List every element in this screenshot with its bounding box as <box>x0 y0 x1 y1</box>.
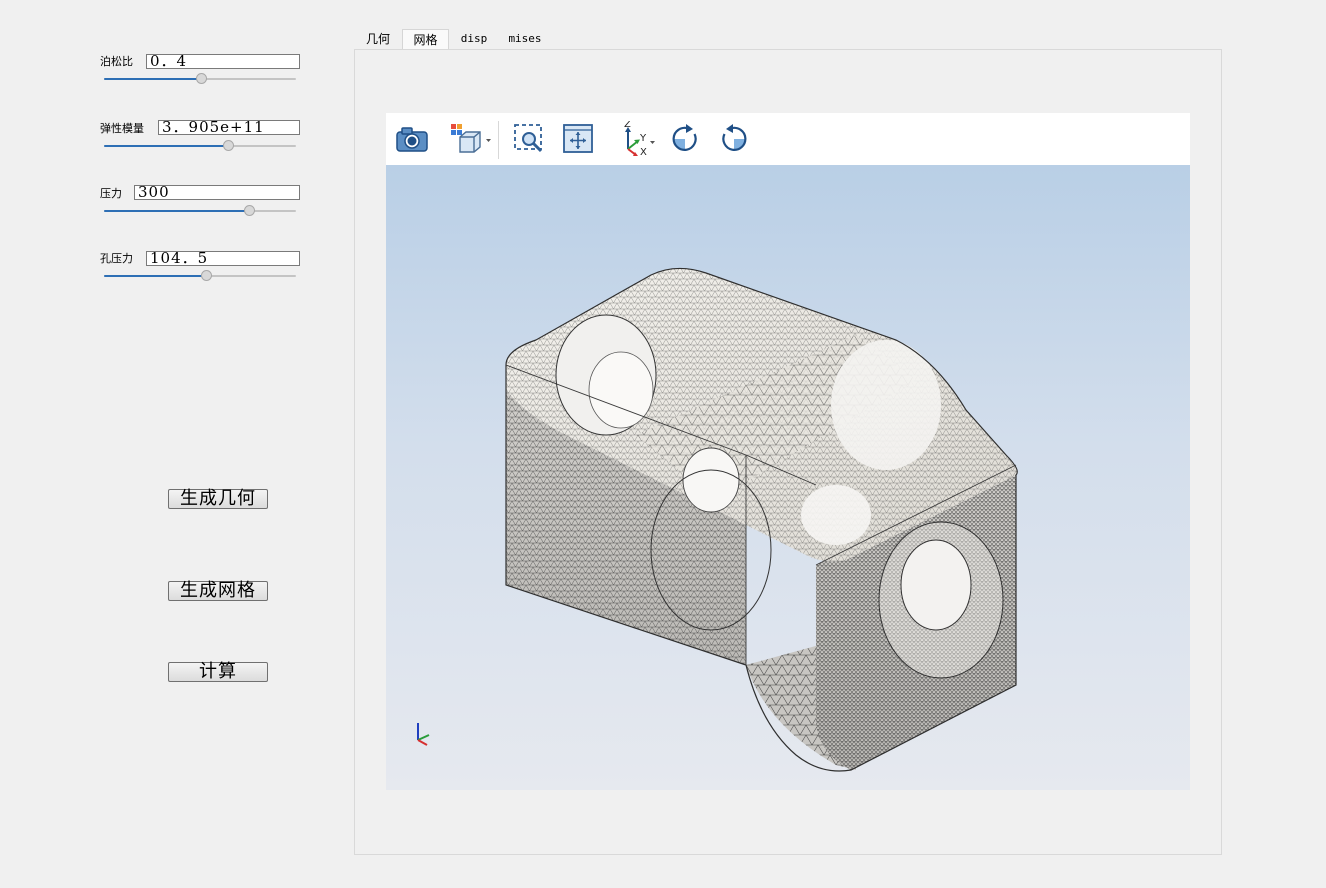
tab-geometry[interactable]: 几何 <box>356 29 400 49</box>
tab-mesh[interactable]: 网格 <box>402 29 449 49</box>
compute-button[interactable]: 计算 <box>168 662 268 682</box>
axis-x-letter: X <box>640 147 647 157</box>
mesh-viewport[interactable] <box>386 165 1190 790</box>
elastic-modulus-label: 弹性模量 <box>100 122 144 135</box>
camera-icon[interactable] <box>394 121 430 157</box>
toolbar-separator <box>498 121 499 159</box>
generate-geometry-button[interactable]: 生成几何 <box>168 489 268 509</box>
axis-z-letter: Z <box>624 121 631 130</box>
viewer-toolbar: Z Y X <box>386 113 1190 165</box>
slider-handle[interactable] <box>244 205 255 216</box>
slider-handle[interactable] <box>223 140 234 151</box>
3d-viewer[interactable]: Z Y X <box>386 113 1190 790</box>
rotate-cw-icon[interactable] <box>667 121 703 157</box>
zoom-box-icon[interactable] <box>511 121 547 157</box>
poisson-ratio-slider[interactable] <box>104 72 296 86</box>
pressure-label: 压力 <box>100 187 122 200</box>
tab-disp[interactable]: disp <box>452 29 496 49</box>
generate-mesh-button[interactable]: 生成网格 <box>168 581 268 601</box>
pressure-slider[interactable] <box>104 204 296 218</box>
mesh-model <box>505 267 1018 772</box>
hole-pressure-slider[interactable] <box>104 269 296 283</box>
rotate-ccw-icon[interactable] <box>716 121 752 157</box>
hole-pressure-label: 孔压力 <box>100 252 133 265</box>
pressure-input[interactable]: 300 <box>134 185 300 200</box>
slider-fill <box>104 275 206 277</box>
slider-handle[interactable] <box>196 73 207 84</box>
view-cube-icon[interactable] <box>448 121 494 157</box>
slider-fill <box>104 145 228 147</box>
axes-orientation-icon[interactable]: Z Y X <box>614 119 660 158</box>
elastic-modulus-input[interactable]: 3．905e+11 <box>158 120 300 135</box>
slider-handle[interactable] <box>201 270 212 281</box>
poisson-ratio-label: 泊松比 <box>100 55 133 68</box>
hole-pressure-input[interactable]: 104．5 <box>146 251 300 266</box>
tab-mises[interactable]: mises <box>502 29 548 49</box>
slider-fill <box>104 78 201 80</box>
slider-fill <box>104 210 249 212</box>
fit-all-icon[interactable] <box>560 121 596 157</box>
orientation-triad-icon <box>417 723 430 746</box>
axis-y-letter: Y <box>639 133 647 144</box>
poisson-ratio-input[interactable]: 0．4 <box>146 54 300 69</box>
elastic-modulus-slider[interactable] <box>104 139 296 153</box>
